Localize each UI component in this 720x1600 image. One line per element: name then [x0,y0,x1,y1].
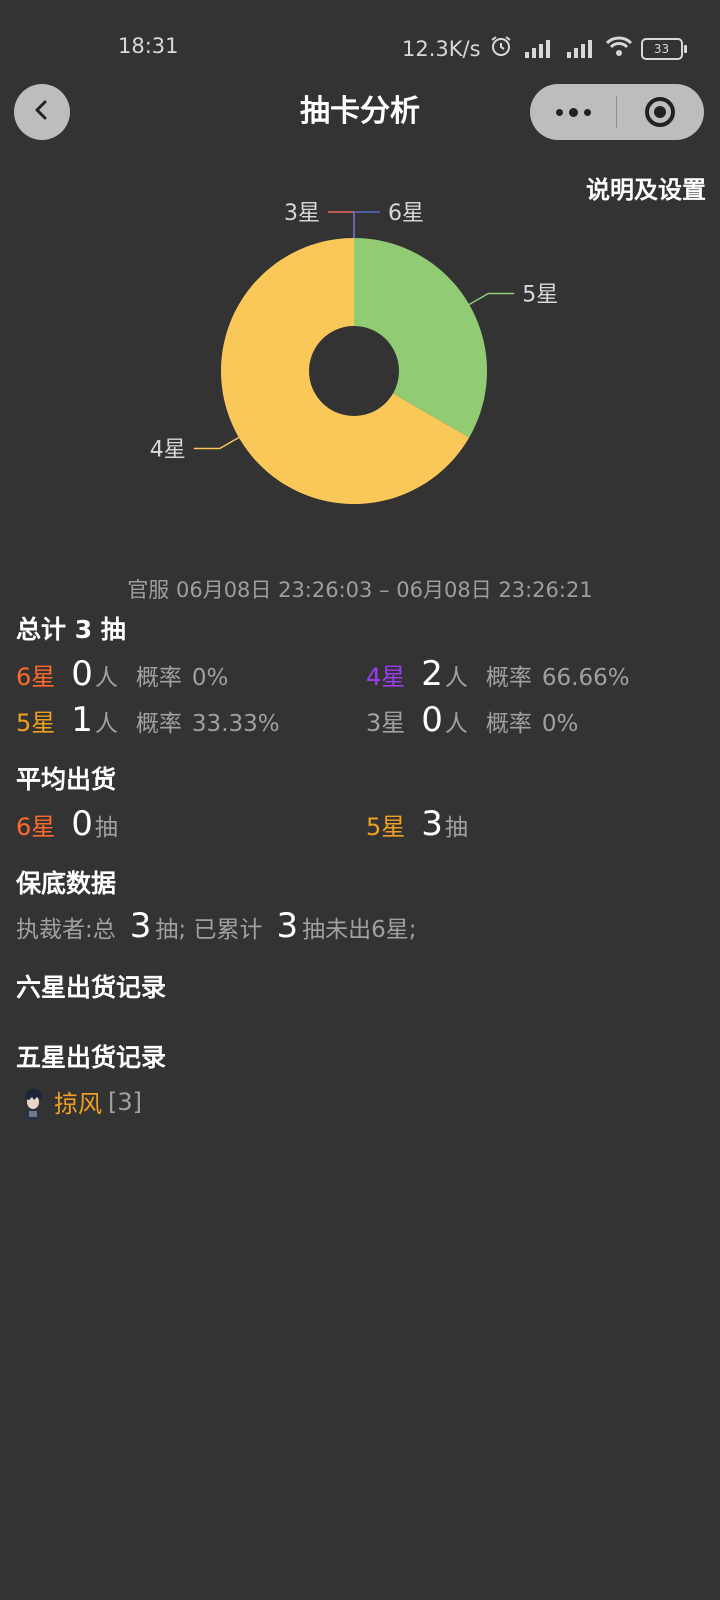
pity-total: 3 [129,906,152,946]
alarm-icon [489,34,513,63]
average-value: 0 [71,804,93,844]
pity-suffix: 抽未出6星; [302,917,417,943]
status-bar: 18:31 12.3K/s 33 [0,0,720,84]
character-pull-count: [3] [108,1087,142,1116]
pity-mid-text: 抽; 已累计 [155,917,263,943]
summary-row: 5星 1 人 概率 33.33% 3星 0 人 概率 0% [16,700,716,746]
count-value: 1 [71,700,93,740]
character-avatar-icon [16,1085,50,1119]
mini-program-capsule [530,84,704,140]
rate-value: 0% [541,711,579,737]
rate-label: 概率 [485,711,532,737]
summary-title: 总计 3 抽 [16,615,126,644]
pie-chart-svg: 5星 4星 3星 6星 [150,201,558,504]
five-star-summary: 5星 1 人 概率 33.33% [16,700,280,740]
star-label: 6星 [16,663,56,691]
slice-label-5星: 5星 [522,283,558,308]
label-line-6星 [353,211,380,238]
character-name: 掠风 [54,1090,102,1118]
hd-signal-icon [563,38,597,60]
label-line-5星 [468,292,515,306]
slice-label-3星: 3星 [284,201,320,226]
person-unit: 人 [444,665,468,691]
target-icon[interactable] [617,84,703,140]
pull-unit: 抽 [94,815,118,841]
pity-accumulated: 3 [276,906,299,946]
pull-distribution-chart: 5星 4星 3星 6星 [0,190,720,540]
rate-value: 66.66% [541,665,630,691]
wifi-icon [605,35,633,62]
more-dots-icon[interactable] [530,84,616,140]
count-value: 0 [71,654,93,694]
six-star-records-title: 六星出货记录 [16,973,167,1002]
five-star-record-item[interactable]: 掠风 [3] [16,1084,142,1119]
rate-value: 33.33% [191,711,280,737]
pie-slice-5星 [354,238,487,438]
status-time: 18:31 [118,34,179,58]
label-line-4星 [193,436,240,450]
network-speed: 12.3K/s [402,36,481,61]
rate-label: 概率 [135,665,182,691]
star-label: 5星 [16,709,56,737]
pull-unit: 抽 [444,815,468,841]
three-star-summary: 3星 0 人 概率 0% [366,700,578,740]
rate-value: 0% [191,665,229,691]
battery-icon: 33 [640,37,687,60]
star-label: 6星 [16,813,56,841]
pity-banner-label: 执裁者:总 [16,917,116,943]
slice-label-4星: 4星 [150,438,186,463]
pull-period: 官服 06月08日 23:26:03 – 06月08日 23:26:21 [127,578,593,602]
count-value: 0 [421,700,443,740]
five-star-average: 5星 3 抽 [366,804,486,844]
six-star-summary: 6星 0 人 概率 0% [16,654,228,694]
star-label: 4星 [366,663,406,691]
average-row: 6星 0 抽 5星 3 抽 [16,804,716,850]
person-unit: 人 [444,711,468,737]
person-unit: 人 [94,665,118,691]
rate-label: 概率 [135,711,182,737]
four-star-summary: 4星 2 人 概率 66.66% [366,654,630,694]
person-unit: 人 [94,711,118,737]
average-value: 3 [421,804,443,844]
count-value: 2 [421,654,443,694]
average-title: 平均出货 [16,765,117,794]
pity-line: 执裁者:总 3 抽; 已累计 3 抽未出6星; [16,906,416,946]
slice-label-6星: 6星 [388,201,424,226]
rate-label: 概率 [485,665,532,691]
status-icons: 12.3K/s 33 [402,34,687,63]
star-label: 3星 [366,709,406,737]
label-line-3星 [328,211,355,238]
six-star-average: 6星 0 抽 [16,804,136,844]
summary-row: 6星 0 人 概率 0% 4星 2 人 概率 66.66% [16,654,716,700]
five-star-records-title: 五星出货记录 [16,1043,167,1072]
star-label: 5星 [366,813,406,841]
pity-title: 保底数据 [16,869,117,898]
hd-signal-icon [521,38,555,60]
